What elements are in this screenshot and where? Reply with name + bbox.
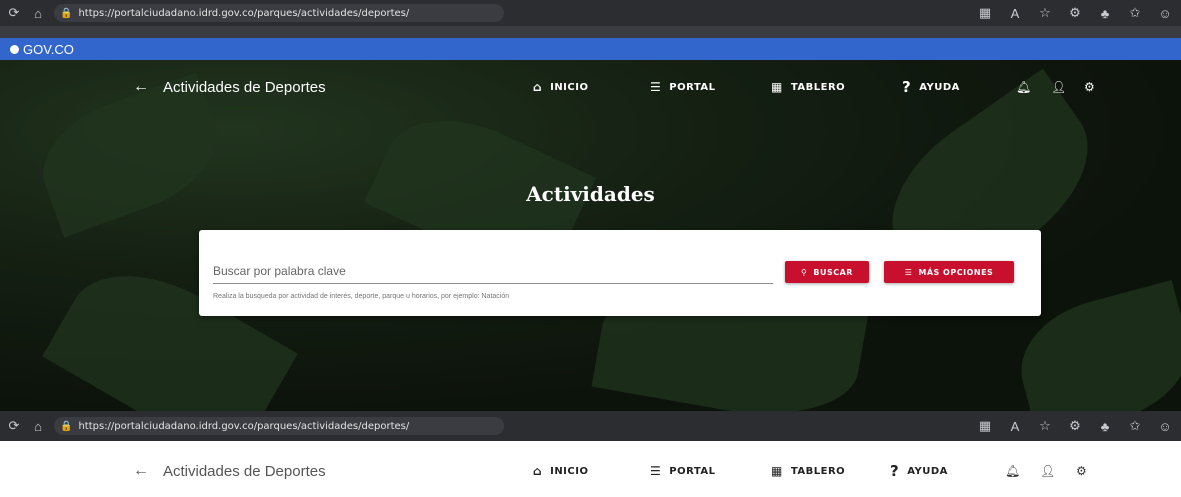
search-hint: Realiza la busqueda por actividad de int… bbox=[213, 293, 510, 300]
nav-tablero-label: TABLERO bbox=[790, 81, 846, 93]
home-icon: ⌂ bbox=[533, 80, 543, 94]
url-text-2: https://portalciudadano.idrd.gov.co/parq… bbox=[78, 420, 410, 432]
nav-portal-label: PORTAL bbox=[669, 81, 716, 93]
grid-icon: ▦ bbox=[771, 464, 783, 478]
read-icon[interactable]: A bbox=[1005, 416, 1025, 436]
settings-icon[interactable]: ⚙ bbox=[1084, 80, 1095, 94]
gov-label: GOV.CO bbox=[23, 41, 74, 57]
browser-toolbar: ⟳ ⌂ 🔒 https://portalciudadano.idrd.gov.c… bbox=[0, 0, 1181, 26]
user-icon[interactable]: 👤︎ bbox=[1040, 464, 1055, 478]
back-link-2[interactable]: ← Actividades de Deportes bbox=[133, 462, 326, 480]
nav-tablero-2[interactable]: ▦ TABLERO bbox=[771, 464, 845, 478]
list-icon: ☰ bbox=[650, 80, 662, 94]
user-icon[interactable]: 👤︎ bbox=[1051, 80, 1066, 94]
favorites-icon[interactable]: ✩ bbox=[1125, 3, 1145, 23]
more-options-button[interactable]: ☰ MÁS OPCIONES bbox=[884, 261, 1014, 283]
favorites-icon[interactable]: ✩ bbox=[1125, 416, 1145, 436]
search-button[interactable]: ⚲ BUSCAR bbox=[785, 261, 869, 283]
browser-toolbar-2: ⟳ ⌂ 🔒 https://portalciudadano.idrd.gov.c… bbox=[0, 411, 1181, 441]
bell-icon[interactable]: 🔔︎ bbox=[1016, 80, 1031, 94]
nav-ayuda-2[interactable]: ? AYUDA bbox=[890, 462, 948, 480]
account-icon[interactable]: ☺ bbox=[1155, 3, 1175, 23]
search-input[interactable] bbox=[213, 258, 773, 284]
nav-ayuda-label: AYUDA bbox=[919, 81, 960, 93]
arrow-left-icon: ← bbox=[133, 462, 149, 479]
home-icon[interactable]: ⌂ bbox=[28, 3, 48, 23]
address-bar[interactable]: 🔒 https://portalciudadano.idrd.gov.co/pa… bbox=[54, 4, 504, 22]
profile-icon[interactable]: ♣ bbox=[1095, 3, 1115, 23]
nav-tablero-label-2: TABLERO bbox=[790, 465, 846, 477]
nav-ayuda-label-2: AYUDA bbox=[907, 465, 948, 477]
lock-icon: 🔒 bbox=[60, 7, 73, 19]
nav-tablero[interactable]: ▦ TABLERO bbox=[771, 80, 845, 94]
address-bar-2[interactable]: 🔒 https://portalciudadano.idrd.gov.co/pa… bbox=[54, 417, 504, 435]
extensions-icon[interactable]: ⚙ bbox=[1065, 3, 1085, 23]
settings-icon[interactable]: ⚙ bbox=[1076, 464, 1087, 478]
home-icon[interactable]: ⌂ bbox=[28, 416, 48, 436]
list-icon: ☰ bbox=[650, 464, 662, 478]
home-icon: ⌂ bbox=[533, 464, 543, 478]
filter-icon: ☰ bbox=[904, 267, 913, 277]
more-options-label: MÁS OPCIONES bbox=[918, 267, 994, 277]
top-nav: ← Actividades de Deportes ⌂ INICIO ☰ POR… bbox=[0, 72, 1181, 102]
read-icon[interactable]: A bbox=[1005, 3, 1025, 23]
url-text: https://portalciudadano.idrd.gov.co/parq… bbox=[78, 7, 410, 19]
extensions-icon[interactable]: ⚙ bbox=[1065, 416, 1085, 436]
nav-portal[interactable]: ☰ PORTAL bbox=[650, 80, 716, 94]
nav-portal-2[interactable]: ☰ PORTAL bbox=[650, 464, 716, 478]
top-nav-2: ← Actividades de Deportes ⌂ INICIO ☰ POR… bbox=[0, 456, 1181, 486]
grid-icon[interactable]: ▦ bbox=[975, 416, 995, 436]
search-card: Realiza la busqueda por actividad de int… bbox=[199, 230, 1041, 316]
help-icon: ? bbox=[890, 462, 900, 480]
grid-icon[interactable]: ▦ bbox=[975, 3, 995, 23]
help-icon: ? bbox=[902, 78, 912, 96]
bell-icon[interactable]: 🔔︎ bbox=[1005, 464, 1020, 478]
nav-inicio-2[interactable]: ⌂ INICIO bbox=[533, 464, 588, 478]
browser-tab-strip bbox=[0, 26, 1181, 38]
nav-inicio-label: INICIO bbox=[550, 81, 589, 93]
lock-icon: 🔒 bbox=[60, 420, 73, 432]
star-icon[interactable]: ☆ bbox=[1035, 416, 1055, 436]
page-title-2: Actividades de Deportes bbox=[163, 462, 326, 480]
refresh-icon[interactable]: ⟳ bbox=[4, 3, 24, 23]
star-icon[interactable]: ☆ bbox=[1035, 3, 1055, 23]
nav-ayuda[interactable]: ? AYUDA bbox=[902, 78, 960, 96]
search-icon: ⚲ bbox=[801, 267, 808, 277]
refresh-icon[interactable]: ⟳ bbox=[4, 416, 24, 436]
nav-inicio[interactable]: ⌂ INICIO bbox=[533, 80, 588, 94]
account-icon[interactable]: ☺ bbox=[1155, 416, 1175, 436]
grid-icon: ▦ bbox=[771, 80, 783, 94]
page-title: Actividades de Deportes bbox=[163, 78, 326, 96]
profile-icon[interactable]: ♣ bbox=[1095, 416, 1115, 436]
back-link[interactable]: ← Actividades de Deportes bbox=[133, 78, 326, 96]
nav-portal-label-2: PORTAL bbox=[669, 465, 716, 477]
hero-title: Actividades bbox=[526, 182, 655, 206]
nav-inicio-label-2: INICIO bbox=[550, 465, 589, 477]
arrow-left-icon: ← bbox=[133, 78, 149, 95]
gov-banner[interactable]: GOV.CO bbox=[0, 38, 1181, 60]
search-button-label: BUSCAR bbox=[813, 267, 853, 277]
gov-logo-icon bbox=[10, 44, 19, 54]
